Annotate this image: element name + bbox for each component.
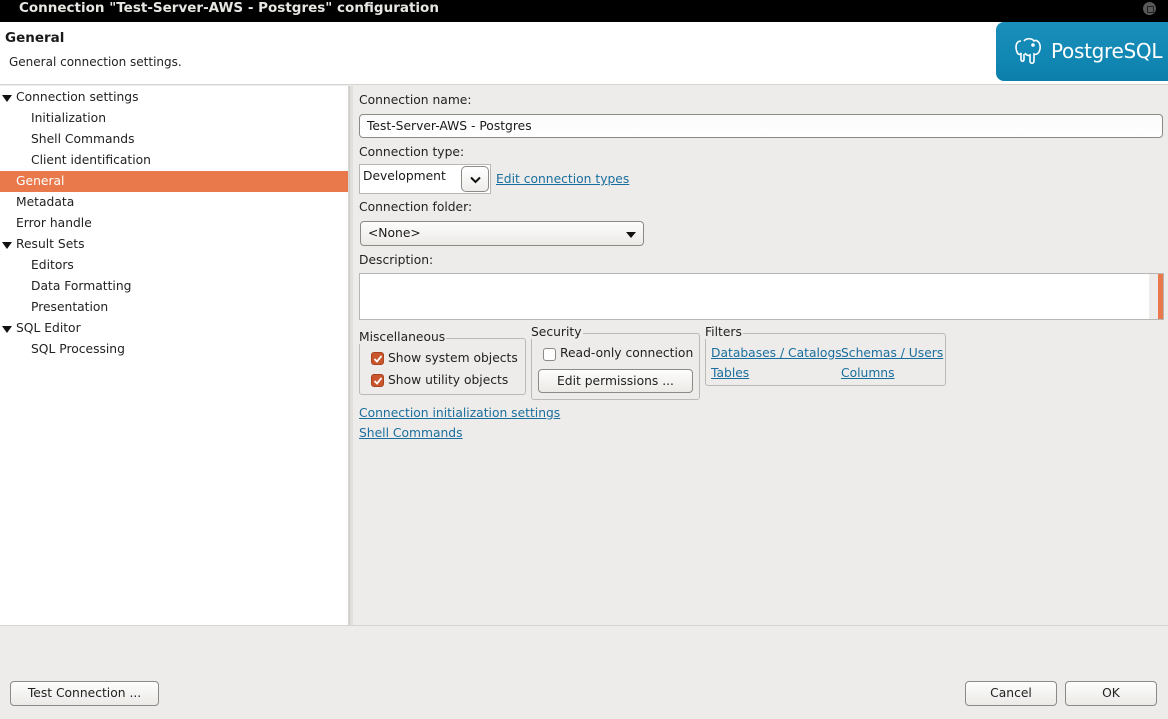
filter-columns-link[interactable]: Columns — [841, 366, 895, 380]
settings-tree: Connection settings Initialization Shell… — [0, 86, 349, 625]
filter-tables-link[interactable]: Tables — [711, 366, 749, 380]
description-textarea[interactable] — [359, 273, 1164, 320]
postgresql-logo: PostgreSQL — [996, 22, 1168, 81]
pane-splitter[interactable] — [349, 86, 353, 625]
window-titlebar: Connection "Test-Server-AWS - Postgres" … — [0, 0, 1168, 22]
tree-item-client-identification[interactable]: Client identification — [0, 150, 348, 171]
expand-arrow-icon[interactable] — [2, 326, 12, 333]
show-utility-objects-label[interactable]: Show utility objects — [388, 373, 508, 387]
checkmark-icon — [373, 355, 383, 363]
tree-item-label: Presentation — [31, 300, 109, 314]
tree-item-shell-commands[interactable]: Shell Commands — [0, 129, 348, 150]
tree-item-connection-settings[interactable]: Connection settings — [0, 87, 348, 108]
expand-arrow-icon[interactable] — [2, 95, 12, 102]
connection-type-select[interactable]: Development — [359, 164, 491, 194]
filters-group-title: Filters — [705, 325, 743, 339]
filter-databases-catalogs-link[interactable]: Databases / Catalogs — [711, 346, 842, 360]
description-label: Description: — [359, 253, 434, 267]
tree-item-label: Editors — [31, 258, 74, 272]
tree-item-data-formatting[interactable]: Data Formatting — [0, 276, 348, 297]
read-only-connection-checkbox[interactable] — [543, 348, 556, 361]
description-scrollbar[interactable] — [1149, 274, 1163, 319]
caret-down-icon — [626, 232, 636, 238]
tree-item-metadata[interactable]: Metadata — [0, 192, 348, 213]
general-settings-panel: Connection name: Test-Server-AWS - Postg… — [354, 86, 1168, 625]
connection-name-label: Connection name: — [359, 93, 472, 107]
logo-text: PostgreSQL — [1051, 39, 1163, 63]
scrollbar-thumb[interactable] — [1158, 274, 1163, 319]
show-system-objects-label[interactable]: Show system objects — [388, 351, 518, 365]
page-title: General — [5, 30, 65, 46]
tree-item-label: Error handle — [16, 216, 92, 230]
connection-name-input[interactable]: Test-Server-AWS - Postgres — [359, 114, 1163, 138]
show-utility-objects-checkbox[interactable] — [371, 374, 384, 387]
tree-item-label: Data Formatting — [31, 279, 132, 293]
tree-item-editors[interactable]: Editors — [0, 255, 348, 276]
page-header: General General connection settings. Pos… — [0, 22, 1168, 85]
tree-item-label: Initialization — [31, 111, 106, 125]
tree-item-sql-editor[interactable]: SQL Editor — [0, 318, 348, 339]
tree-item-label: General — [16, 174, 65, 188]
edit-connection-types-link[interactable]: Edit connection types — [496, 172, 629, 186]
connection-type-dropdown-button[interactable] — [461, 166, 489, 192]
window-title: Connection "Test-Server-AWS - Postgres" … — [19, 0, 439, 16]
connection-folder-label: Connection folder: — [359, 200, 473, 214]
connection-init-settings-link[interactable]: Connection initialization settings — [359, 406, 560, 420]
read-only-connection-label[interactable]: Read-only connection — [560, 346, 693, 360]
tree-item-label: Metadata — [16, 195, 75, 209]
connection-type-label: Connection type: — [359, 145, 465, 159]
tree-item-label: Result Sets — [16, 237, 85, 251]
security-group-title: Security — [531, 325, 583, 339]
miscellaneous-group-title: Miscellaneous — [359, 330, 447, 344]
tree-item-label: Connection settings — [16, 90, 139, 104]
connection-type-value: Development — [363, 169, 446, 183]
connection-folder-value: <None> — [368, 226, 421, 240]
tree-item-sql-processing[interactable]: SQL Processing — [0, 339, 348, 360]
tree-item-error-handle[interactable]: Error handle — [0, 213, 348, 234]
test-connection-button[interactable]: Test Connection ... — [10, 681, 159, 706]
cancel-button[interactable]: Cancel — [965, 681, 1057, 706]
edit-permissions-button[interactable]: Edit permissions ... — [538, 369, 693, 393]
tree-item-result-sets[interactable]: Result Sets — [0, 234, 348, 255]
show-system-objects-checkbox[interactable] — [371, 352, 384, 365]
tree-item-label: Client identification — [31, 153, 151, 167]
dialog-button-bar: Test Connection ... Cancel OK — [0, 625, 1168, 719]
tree-item-presentation[interactable]: Presentation — [0, 297, 348, 318]
checkmark-icon — [373, 377, 383, 385]
ok-button[interactable]: OK — [1065, 681, 1157, 706]
filter-schemas-users-link[interactable]: Schemas / Users — [841, 346, 943, 360]
shell-commands-link[interactable]: Shell Commands — [359, 426, 463, 440]
window-close-icon[interactable] — [1143, 2, 1156, 15]
tree-item-initialization[interactable]: Initialization — [0, 108, 348, 129]
connection-name-value: Test-Server-AWS - Postgres — [367, 119, 532, 133]
expand-arrow-icon[interactable] — [2, 242, 12, 249]
tree-item-label: SQL Editor — [16, 321, 81, 335]
postgresql-elephant-icon — [1015, 37, 1041, 65]
tree-item-label: SQL Processing — [31, 342, 125, 356]
tree-item-general[interactable]: General — [0, 171, 348, 192]
tree-item-label: Shell Commands — [31, 132, 135, 146]
page-description: General connection settings. — [9, 55, 182, 69]
chevron-down-icon — [470, 176, 481, 184]
connection-folder-select[interactable]: <None> — [360, 221, 644, 246]
